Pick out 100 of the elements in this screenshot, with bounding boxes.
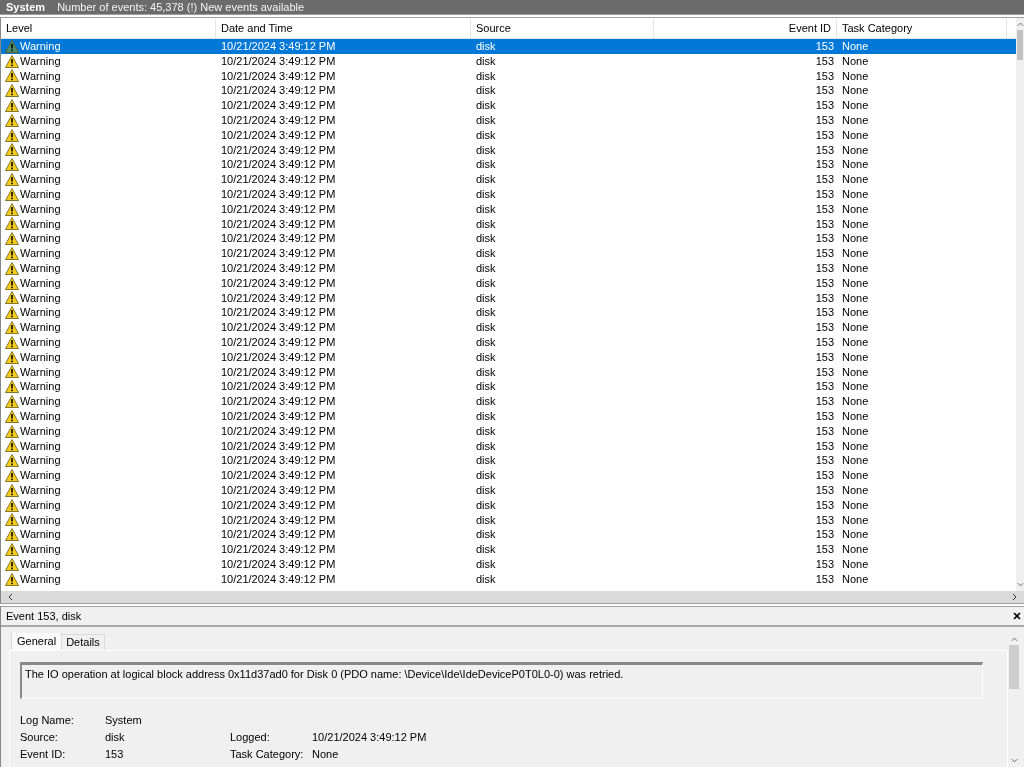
category-cell-text: None	[841, 497, 870, 513]
scroll-right-icon[interactable]	[1012, 593, 1018, 601]
source-cell-text: disk	[475, 394, 497, 409]
table-row[interactable]: Warning 10/21/2024 3:49:12 PM disk 153 None	[1, 438, 1016, 454]
table-row[interactable]: Warning 10/21/2024 3:49:12 PM disk 153 None	[1, 571, 1016, 587]
level-text: Warning	[20, 438, 61, 454]
table-row[interactable]: Warning 10/21/2024 3:49:12 PM disk 153 None	[1, 231, 1016, 247]
table-row[interactable]: Warning 10/21/2024 3:49:12 PM disk 153 None	[1, 527, 1016, 543]
table-row[interactable]: Warning 10/21/2024 3:49:12 PM disk 153 None	[1, 394, 1016, 409]
table-row[interactable]: Warning 10/21/2024 3:49:12 PM disk 153 None	[1, 186, 1016, 202]
table-row[interactable]: Warning 10/21/2024 3:49:12 PM disk 153 None	[1, 275, 1016, 291]
table-row[interactable]: Warning 10/21/2024 3:49:12 PM disk 153 None	[1, 423, 1016, 439]
table-row[interactable]: Warning 10/21/2024 3:49:12 PM disk 153 None	[1, 113, 1016, 128]
warning-icon	[5, 365, 19, 379]
warning-icon	[5, 247, 19, 261]
horizontal-scrollbar[interactable]	[0, 591, 1024, 603]
event-id-cell-text: 153	[814, 172, 835, 187]
level-text: Warning	[20, 113, 61, 128]
table-row[interactable]: Warning 10/21/2024 3:49:12 PM disk 153 None	[1, 320, 1016, 335]
warning-icon	[5, 395, 19, 408]
scroll-down-icon[interactable]	[1016, 582, 1024, 588]
warning-icon	[5, 202, 19, 216]
warning-icon	[5, 158, 19, 172]
date-cell-text: 10/21/2024 3:49:12 PM	[220, 260, 337, 276]
category-cell-text: None	[841, 142, 870, 158]
scroll-up-icon[interactable]	[1016, 21, 1024, 27]
table-row[interactable]: Warning 10/21/2024 3:49:12 PM disk 153 None	[1, 290, 1016, 306]
source-cell-text: disk	[475, 290, 497, 306]
table-row[interactable]: Warning 10/21/2024 3:49:12 PM disk 153 None	[1, 201, 1016, 217]
table-row[interactable]: Warning 10/21/2024 3:49:12 PM disk 153 None	[1, 482, 1016, 498]
close-icon[interactable]	[1013, 612, 1021, 620]
level-text: Warning	[20, 246, 61, 261]
table-row[interactable]: Warning 10/21/2024 3:49:12 PM disk 153 None	[1, 542, 1016, 557]
table-row[interactable]: Warning 10/21/2024 3:49:12 PM disk 153 None	[1, 408, 1016, 424]
date-cell-text: 10/21/2024 3:49:12 PM	[220, 542, 337, 557]
table-row[interactable]: Warning 10/21/2024 3:49:12 PM disk 153 None	[1, 142, 1016, 158]
event-id-cell-text: 153	[814, 438, 835, 454]
source-cell-text: disk	[475, 349, 497, 365]
column-header[interactable]: Event ID	[654, 19, 837, 38]
date-cell-text: 10/21/2024 3:49:12 PM	[220, 246, 337, 261]
column-header[interactable]: Source	[471, 19, 654, 38]
source-cell-text: disk	[475, 275, 497, 291]
event-id-cell-text: 153	[814, 53, 835, 69]
category-cell-text: None	[841, 83, 870, 99]
table-row[interactable]: Warning 10/21/2024 3:49:12 PM disk 153 None	[1, 468, 1016, 483]
table-row[interactable]: Warning 10/21/2024 3:49:12 PM disk 153 None	[1, 39, 1016, 54]
tab[interactable]: General	[11, 633, 63, 650]
column-header[interactable]: Level	[1, 19, 216, 38]
table-row[interactable]: Warning 10/21/2024 3:49:12 PM disk 153 None	[1, 157, 1016, 173]
source-cell-text: disk	[475, 68, 497, 84]
date-cell-text: 10/21/2024 3:49:12 PM	[220, 512, 337, 528]
table-row[interactable]: Warning 10/21/2024 3:49:12 PM disk 153 None	[1, 453, 1016, 469]
source-cell-text: disk	[475, 364, 497, 380]
tab[interactable]: Details	[61, 634, 105, 650]
level-text: Warning	[20, 453, 61, 469]
column-header[interactable]: Task Category	[837, 19, 1007, 38]
event-id-cell-text: 153	[814, 379, 835, 395]
date-cell-text: 10/21/2024 3:49:12 PM	[220, 83, 337, 99]
level-text: Warning	[20, 127, 61, 143]
table-row[interactable]: Warning 10/21/2024 3:49:12 PM disk 153 None	[1, 172, 1016, 187]
table-row[interactable]: Warning 10/21/2024 3:49:12 PM disk 153 None	[1, 512, 1016, 528]
table-row[interactable]: Warning 10/21/2024 3:49:12 PM disk 153 None	[1, 379, 1016, 395]
event-id-cell-text: 153	[814, 83, 835, 99]
table-row[interactable]: Warning 10/21/2024 3:49:12 PM disk 153 None	[1, 260, 1016, 276]
level-text: Warning	[20, 98, 61, 113]
table-row[interactable]: Warning 10/21/2024 3:49:12 PM disk 153 None	[1, 127, 1016, 143]
table-row[interactable]: Warning 10/21/2024 3:49:12 PM disk 153 None	[1, 246, 1016, 261]
source-cell-text: disk	[475, 127, 497, 143]
vertical-scrollbar[interactable]	[1016, 18, 1024, 591]
table-row[interactable]: Warning 10/21/2024 3:49:12 PM disk 153 None	[1, 98, 1016, 113]
warning-icon	[5, 350, 19, 364]
scroll-up-icon[interactable]	[1010, 636, 1018, 642]
scroll-down-icon[interactable]	[1010, 758, 1018, 764]
scrollbar-thumb[interactable]	[1017, 30, 1023, 60]
category-cell-text: None	[841, 275, 870, 291]
warning-icon	[5, 306, 19, 320]
category-cell-text: None	[841, 453, 870, 469]
source-cell-text: disk	[475, 571, 497, 587]
date-cell-text: 10/21/2024 3:49:12 PM	[220, 349, 337, 365]
table-row[interactable]: Warning 10/21/2024 3:49:12 PM disk 153 None	[1, 556, 1016, 572]
table-row[interactable]: Warning 10/21/2024 3:49:12 PM disk 153 None	[1, 364, 1016, 380]
scrollbar-thumb[interactable]	[1009, 645, 1019, 689]
table-row[interactable]: Warning 10/21/2024 3:49:12 PM disk 153 None	[1, 216, 1016, 232]
table-row[interactable]: Warning 10/21/2024 3:49:12 PM disk 153 None	[1, 305, 1016, 321]
date-cell-text: 10/21/2024 3:49:12 PM	[220, 275, 337, 291]
column-header[interactable]: Date and Time	[216, 19, 471, 38]
field-value: disk	[105, 730, 126, 745]
scroll-left-icon[interactable]	[7, 593, 13, 601]
table-row[interactable]: Warning 10/21/2024 3:49:12 PM disk 153 None	[1, 334, 1016, 350]
date-cell-text: 10/21/2024 3:49:12 PM	[220, 142, 337, 158]
table-row[interactable]: Warning 10/21/2024 3:49:12 PM disk 153 None	[1, 53, 1016, 69]
table-row[interactable]: Warning 10/21/2024 3:49:12 PM disk 153 None	[1, 83, 1016, 99]
warning-icon	[5, 543, 19, 556]
table-row[interactable]: Warning 10/21/2024 3:49:12 PM disk 153 None	[1, 68, 1016, 84]
event-id-cell-text: 153	[814, 201, 835, 217]
table-row[interactable]: Warning 10/21/2024 3:49:12 PM disk 153 None	[1, 349, 1016, 365]
event-message: The IO operation at logical block address 0x11d37ad0 for Disk 0 (PDO name: \Device\Ide\IdeDeviceP0T0L0-0) was retried.	[20, 662, 983, 699]
field-label: Event ID:	[20, 747, 67, 762]
table-row[interactable]: Warning 10/21/2024 3:49:12 PM disk 153 None	[1, 497, 1016, 513]
level-text: Warning	[20, 172, 61, 187]
